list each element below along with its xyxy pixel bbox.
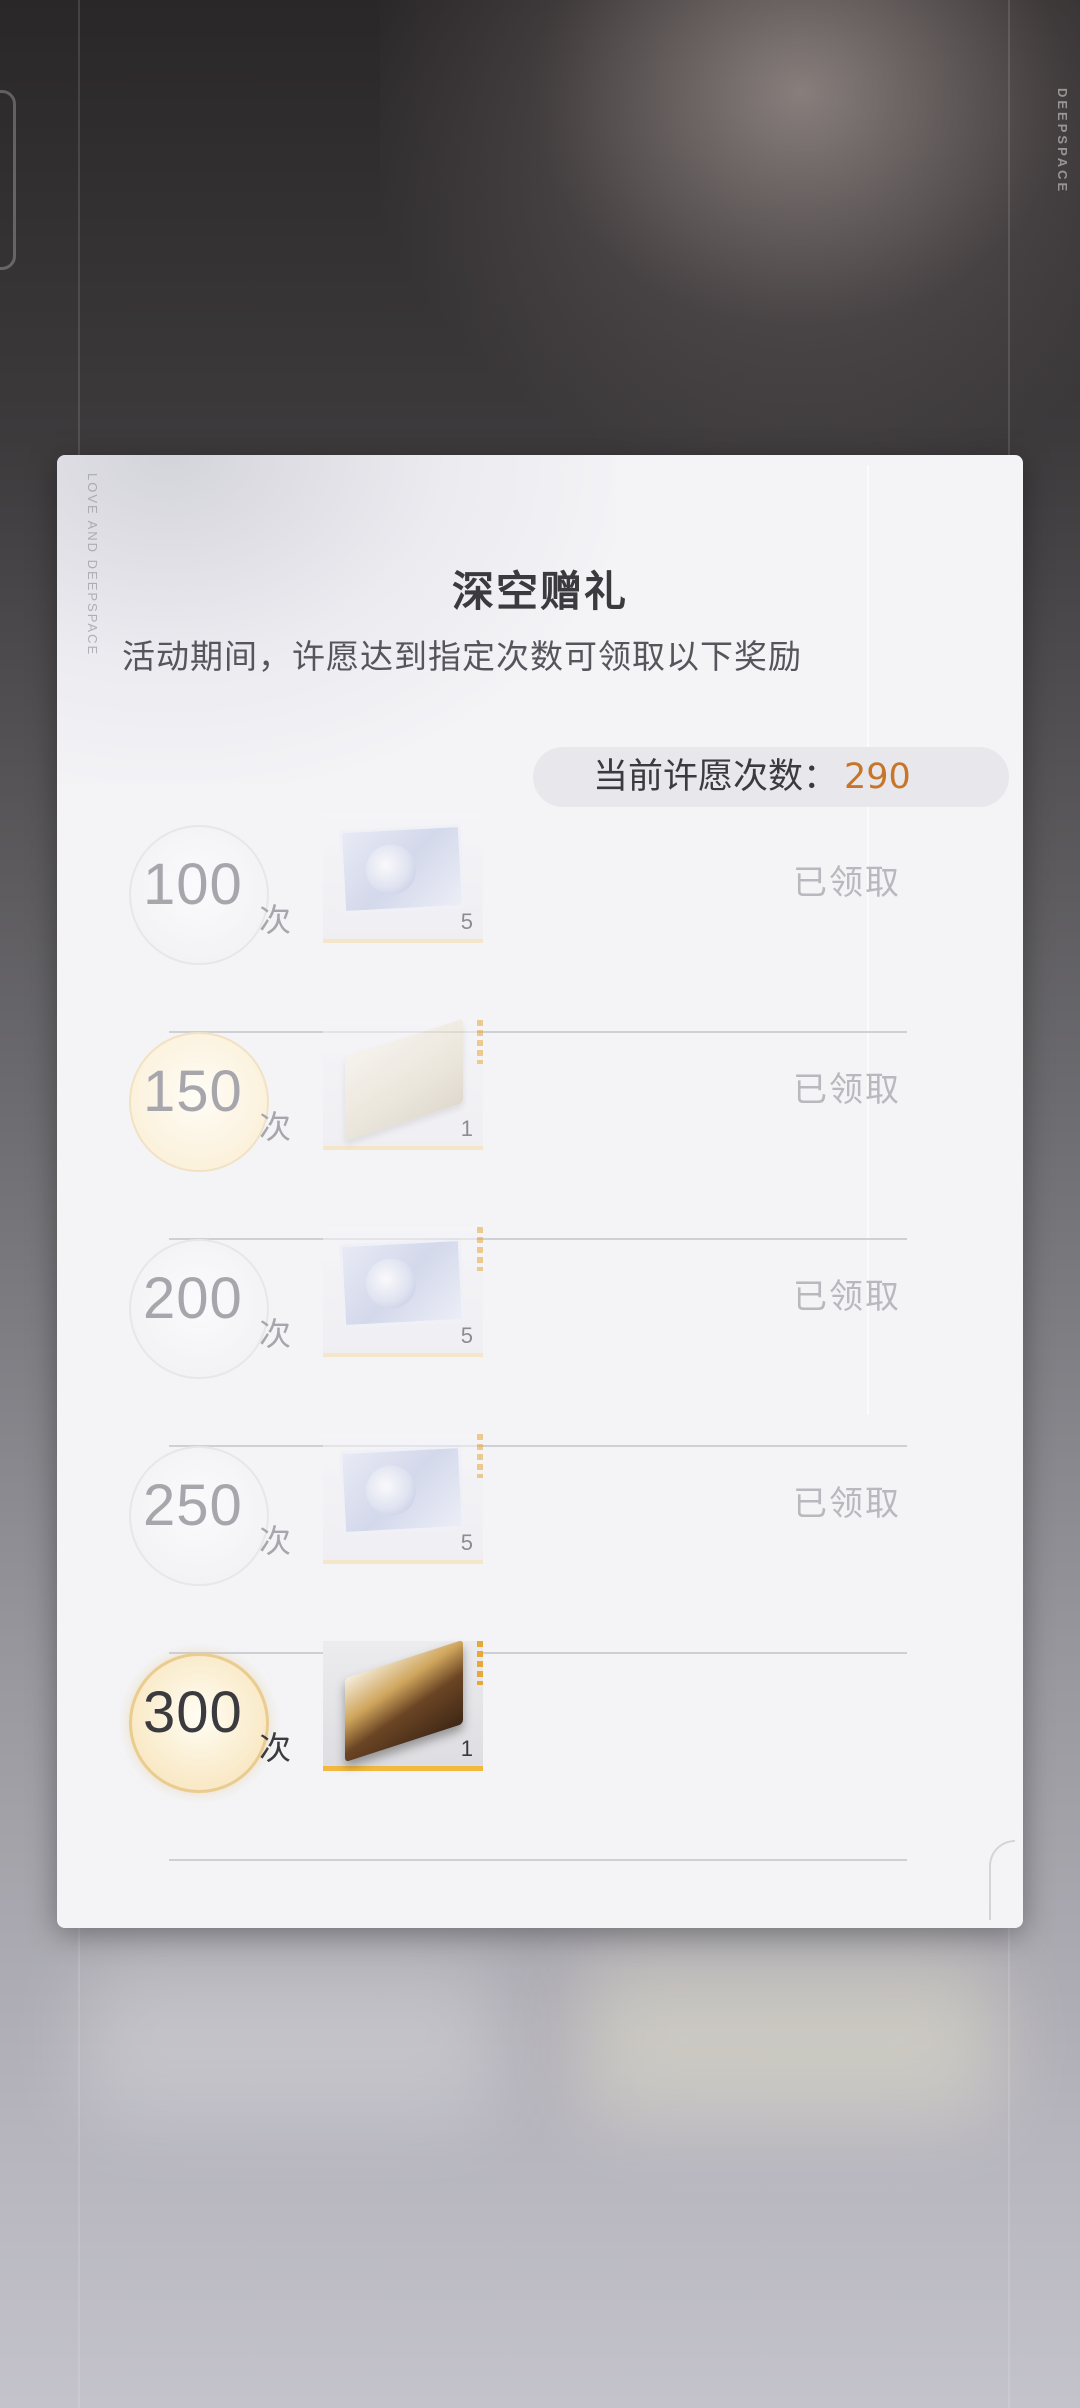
planet-icon <box>364 1464 418 1517</box>
ticket-icon <box>338 1237 466 1329</box>
reward-row: 100 次 5 已领取 <box>57 813 1023 1033</box>
panel-subtitle: 活动期间，许愿达到指定次数可领取以下奖励 <box>122 637 802 676</box>
reward-row: 200 次 5 已领取 <box>57 1227 1023 1447</box>
reward-quantity: 5 <box>460 909 473 934</box>
milestone-unit: 次 <box>259 1315 292 1353</box>
reward-item[interactable]: 1 <box>323 1018 483 1150</box>
reward-quantity: 1 <box>460 1116 473 1141</box>
planet-icon <box>364 1257 418 1310</box>
planet-icon <box>364 843 418 896</box>
milestone-unit: 次 <box>259 901 292 939</box>
milestone-unit: 次 <box>259 1522 292 1560</box>
premium-box-icon <box>345 1639 463 1763</box>
ticket-icon <box>338 823 466 915</box>
wish-count-label: 当前许愿次数： <box>593 757 839 797</box>
reward-row: 250 次 5 已领取 <box>57 1434 1023 1654</box>
rarity-stars <box>477 1641 483 1685</box>
reward-item[interactable]: 5 <box>323 813 483 943</box>
background-glow <box>380 0 1080 460</box>
panel-title: 深空赠礼 <box>451 567 628 616</box>
reward-item[interactable]: 5 <box>323 1434 483 1564</box>
reward-quantity: 1 <box>460 1736 473 1761</box>
claimed-status: 已领取 <box>793 1070 901 1110</box>
milestone-unit: 次 <box>259 1729 292 1767</box>
rarity-stars <box>477 1227 483 1271</box>
reward-row: 300 次 1 <box>57 1639 1023 1861</box>
background-blurred-button <box>80 1960 500 2120</box>
rarity-stars <box>477 1434 483 1478</box>
claimed-status: 已领取 <box>793 1277 901 1317</box>
reward-row: 150 次 1 已领取 <box>57 1018 1023 1240</box>
reward-quantity: 5 <box>460 1530 473 1555</box>
gift-box-icon <box>345 1018 463 1142</box>
reward-quantity: 5 <box>460 1323 473 1348</box>
panel-shade <box>57 455 617 785</box>
background-blurred-button <box>580 1960 1000 2120</box>
ticket-icon <box>338 1444 466 1536</box>
reward-item[interactable]: 1 <box>323 1639 483 1771</box>
rarity-stars <box>477 1020 483 1064</box>
background-hex-frame <box>0 90 16 270</box>
wish-count-pill: 当前许愿次数： 290 <box>533 747 1009 807</box>
brand-vertical-text: DEEPSPACE <box>1055 88 1070 195</box>
claimed-status: 已领取 <box>793 1484 901 1524</box>
reward-item[interactable]: 5 <box>323 1227 483 1357</box>
gift-panel: LOVE AND DEEPSPACE 深空赠礼 活动期间，许愿达到指定次数可领取… <box>57 455 1023 1928</box>
milestone-unit: 次 <box>259 1108 292 1146</box>
claimed-status: 已领取 <box>793 863 901 903</box>
wish-count-value: 290 <box>844 757 911 797</box>
row-divider <box>169 1859 907 1861</box>
